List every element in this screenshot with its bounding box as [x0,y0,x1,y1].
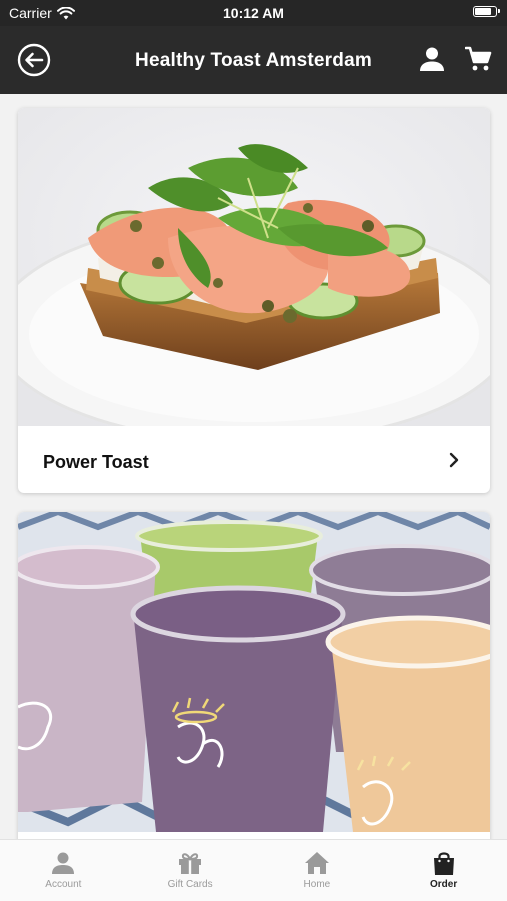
menu-card-smoothies[interactable] [18,512,490,839]
tab-label: Gift Cards [167,879,213,890]
tab-order[interactable]: Order [380,840,507,901]
menu-card-label: Power Toast [43,452,149,472]
home-icon [304,852,329,874]
battery-icon [473,6,500,17]
shopping-bag-icon [433,852,454,875]
tab-home[interactable]: Home [254,840,381,901]
tab-gift-cards[interactable]: Gift Cards [127,840,254,901]
cart-icon[interactable] [465,45,493,73]
salmon-avocado-toast-photo [18,108,490,426]
menu-card-power-toast[interactable]: Power Toast [18,108,490,493]
status-bar: Carrier 10:12 AM [0,0,507,26]
clock: 10:12 AM [223,5,284,21]
tab-label: Home [303,879,331,890]
top-navigation-bar: Healthy Toast Amsterdam [0,26,507,94]
chevron-right-icon [449,452,459,468]
account-icon [52,852,75,874]
tab-label: Account [45,879,82,890]
smoothie-cups-photo [18,512,490,832]
gift-icon [179,853,202,874]
bottom-tab-bar: Account Gift Cards Home Order [0,839,507,901]
user-icon[interactable] [418,45,446,73]
tab-label: Order [430,879,458,890]
menu-list[interactable]: Power Toast [0,94,507,839]
tab-account[interactable]: Account [0,840,127,901]
